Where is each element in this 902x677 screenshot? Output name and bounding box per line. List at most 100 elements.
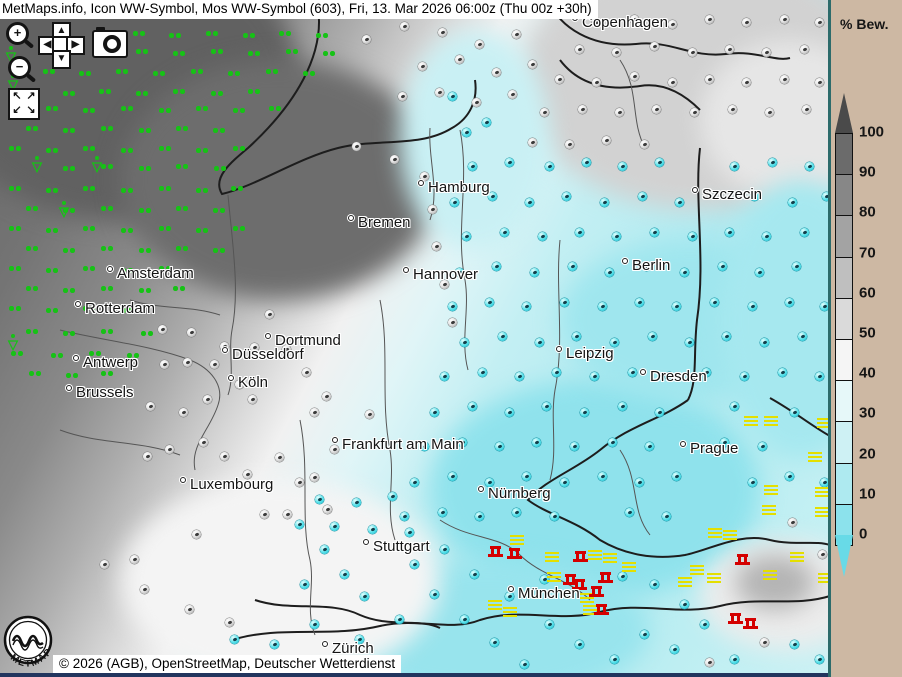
pan-down-button[interactable]: ▼ <box>52 50 71 69</box>
drizzle-symbol <box>138 127 152 134</box>
drizzle-symbol <box>195 105 209 112</box>
zoom-out-button[interactable]: − <box>8 56 31 79</box>
drizzle-symbol <box>25 285 39 292</box>
weather-ball-cyan <box>638 192 647 201</box>
weather-ball-cyan <box>440 372 449 381</box>
weather-ball-cyan <box>685 338 694 347</box>
freezing-precip-symbol <box>735 553 750 566</box>
drizzle-symbol <box>45 147 59 154</box>
colorbar-tick-label: 100 <box>859 124 884 141</box>
freezing-precip-symbol <box>598 571 613 584</box>
weather-ball-cyan <box>340 570 349 579</box>
arrow-right-icon: ▶ <box>72 39 80 50</box>
weather-ball-gray <box>140 585 149 594</box>
weather-ball-cyan <box>618 162 627 171</box>
drizzle-symbol <box>100 245 114 252</box>
colorbar-segment <box>836 257 852 298</box>
drizzle-symbol <box>62 90 76 97</box>
fog-symbol <box>510 535 524 546</box>
fog-symbol <box>690 565 704 576</box>
city-label-hannover: Hannover <box>403 266 478 283</box>
drizzle-symbol <box>45 187 59 194</box>
city-label-luxembourg: Luxembourg <box>180 476 273 493</box>
drizzle-symbol <box>195 147 209 154</box>
drizzle-symbol <box>98 88 112 95</box>
city-marker-icon <box>508 586 514 592</box>
weather-ball-cyan <box>580 408 589 417</box>
colorbar-arrow-up <box>835 93 853 133</box>
city-marker-icon <box>75 301 81 307</box>
weather-ball-cyan <box>570 442 579 451</box>
weather-ball-cyan <box>230 635 239 644</box>
camera-screenshot-button[interactable] <box>92 30 128 58</box>
weather-ball-cyan <box>670 645 679 654</box>
city-name: Rotterdam <box>85 300 155 317</box>
city-label-frankfurt-am-main: Frankfurt am Main <box>332 436 464 453</box>
drizzle-symbol <box>62 165 76 172</box>
weather-ball-cyan <box>352 498 361 507</box>
weather-ball-cyan <box>740 372 749 381</box>
weather-ball-gray <box>578 105 587 114</box>
weather-ball-cyan <box>680 268 689 277</box>
drizzle-symbol <box>100 285 114 292</box>
fog-symbol <box>815 487 829 498</box>
city-label-prague: Prague <box>680 440 738 457</box>
weather-ball-cyan <box>295 520 304 529</box>
weather-ball-gray <box>146 402 155 411</box>
drizzle-symbol <box>322 50 336 57</box>
weather-ball-gray <box>100 560 109 569</box>
freezing-precip-symbol <box>589 585 604 598</box>
weather-ball-cyan <box>438 508 447 517</box>
weather-ball-cyan <box>568 262 577 271</box>
weather-ball-gray <box>492 68 501 77</box>
weather-ball-cyan <box>798 332 807 341</box>
weather-ball-cyan <box>492 262 501 271</box>
weather-ball-cyan <box>608 438 617 447</box>
fog-symbol <box>815 507 829 518</box>
weather-ball-cyan <box>672 302 681 311</box>
weather-ball-cyan <box>535 338 544 347</box>
drizzle-symbol <box>82 107 96 114</box>
zoom-in-button[interactable]: + <box>6 22 29 45</box>
weather-ball-gray <box>802 105 811 114</box>
freezing-precip-symbol <box>594 603 609 616</box>
weather-ball-cyan <box>815 655 824 664</box>
weather-ball-cyan <box>405 528 414 537</box>
drizzle-symbol <box>227 70 241 77</box>
drizzle-symbol <box>8 265 22 272</box>
fog-symbol <box>622 562 636 573</box>
city-marker-icon <box>66 385 72 391</box>
weather-ball-gray <box>143 452 152 461</box>
drizzle-symbol <box>247 88 261 95</box>
fog-symbol <box>545 552 559 563</box>
city-marker-icon <box>107 266 113 272</box>
weather-ball-cyan <box>762 232 771 241</box>
weather-ball-cyan <box>545 620 554 629</box>
colorbar-segment <box>836 298 852 339</box>
drizzle-symbol <box>8 305 22 312</box>
drizzle-symbol <box>120 227 134 234</box>
fog-symbol <box>708 528 722 539</box>
metmaps-logo[interactable]: METMAPS <box>2 614 56 676</box>
drizzle-symbol <box>25 328 39 335</box>
weather-map-canvas[interactable]: ▽▽▽▽▽▽CopenhagenHamburgSzczecinBremenHan… <box>0 0 831 677</box>
city-name: Düsseldorf <box>232 346 304 363</box>
weather-ball-cyan <box>815 372 824 381</box>
weather-ball-cyan <box>590 372 599 381</box>
city-marker-icon <box>640 369 646 375</box>
weather-ball-cyan <box>320 545 329 554</box>
fullscreen-button[interactable]: ↖↗↙↘ <box>8 88 40 120</box>
drizzle-symbol <box>158 185 172 192</box>
city-name: Nürnberg <box>488 485 551 502</box>
weather-ball-gray <box>265 310 274 319</box>
drizzle-symbol <box>172 50 186 57</box>
expand-arrow-icon: ↗ <box>24 90 38 104</box>
weather-ball-cyan <box>368 525 377 534</box>
weather-ball-gray <box>455 55 464 64</box>
weather-ball-gray <box>130 555 139 564</box>
weather-ball-gray <box>602 136 611 145</box>
weather-ball-gray <box>788 518 797 527</box>
weather-ball-cyan <box>748 478 757 487</box>
weather-ball-gray <box>179 408 188 417</box>
drizzle-symbol <box>120 105 134 112</box>
